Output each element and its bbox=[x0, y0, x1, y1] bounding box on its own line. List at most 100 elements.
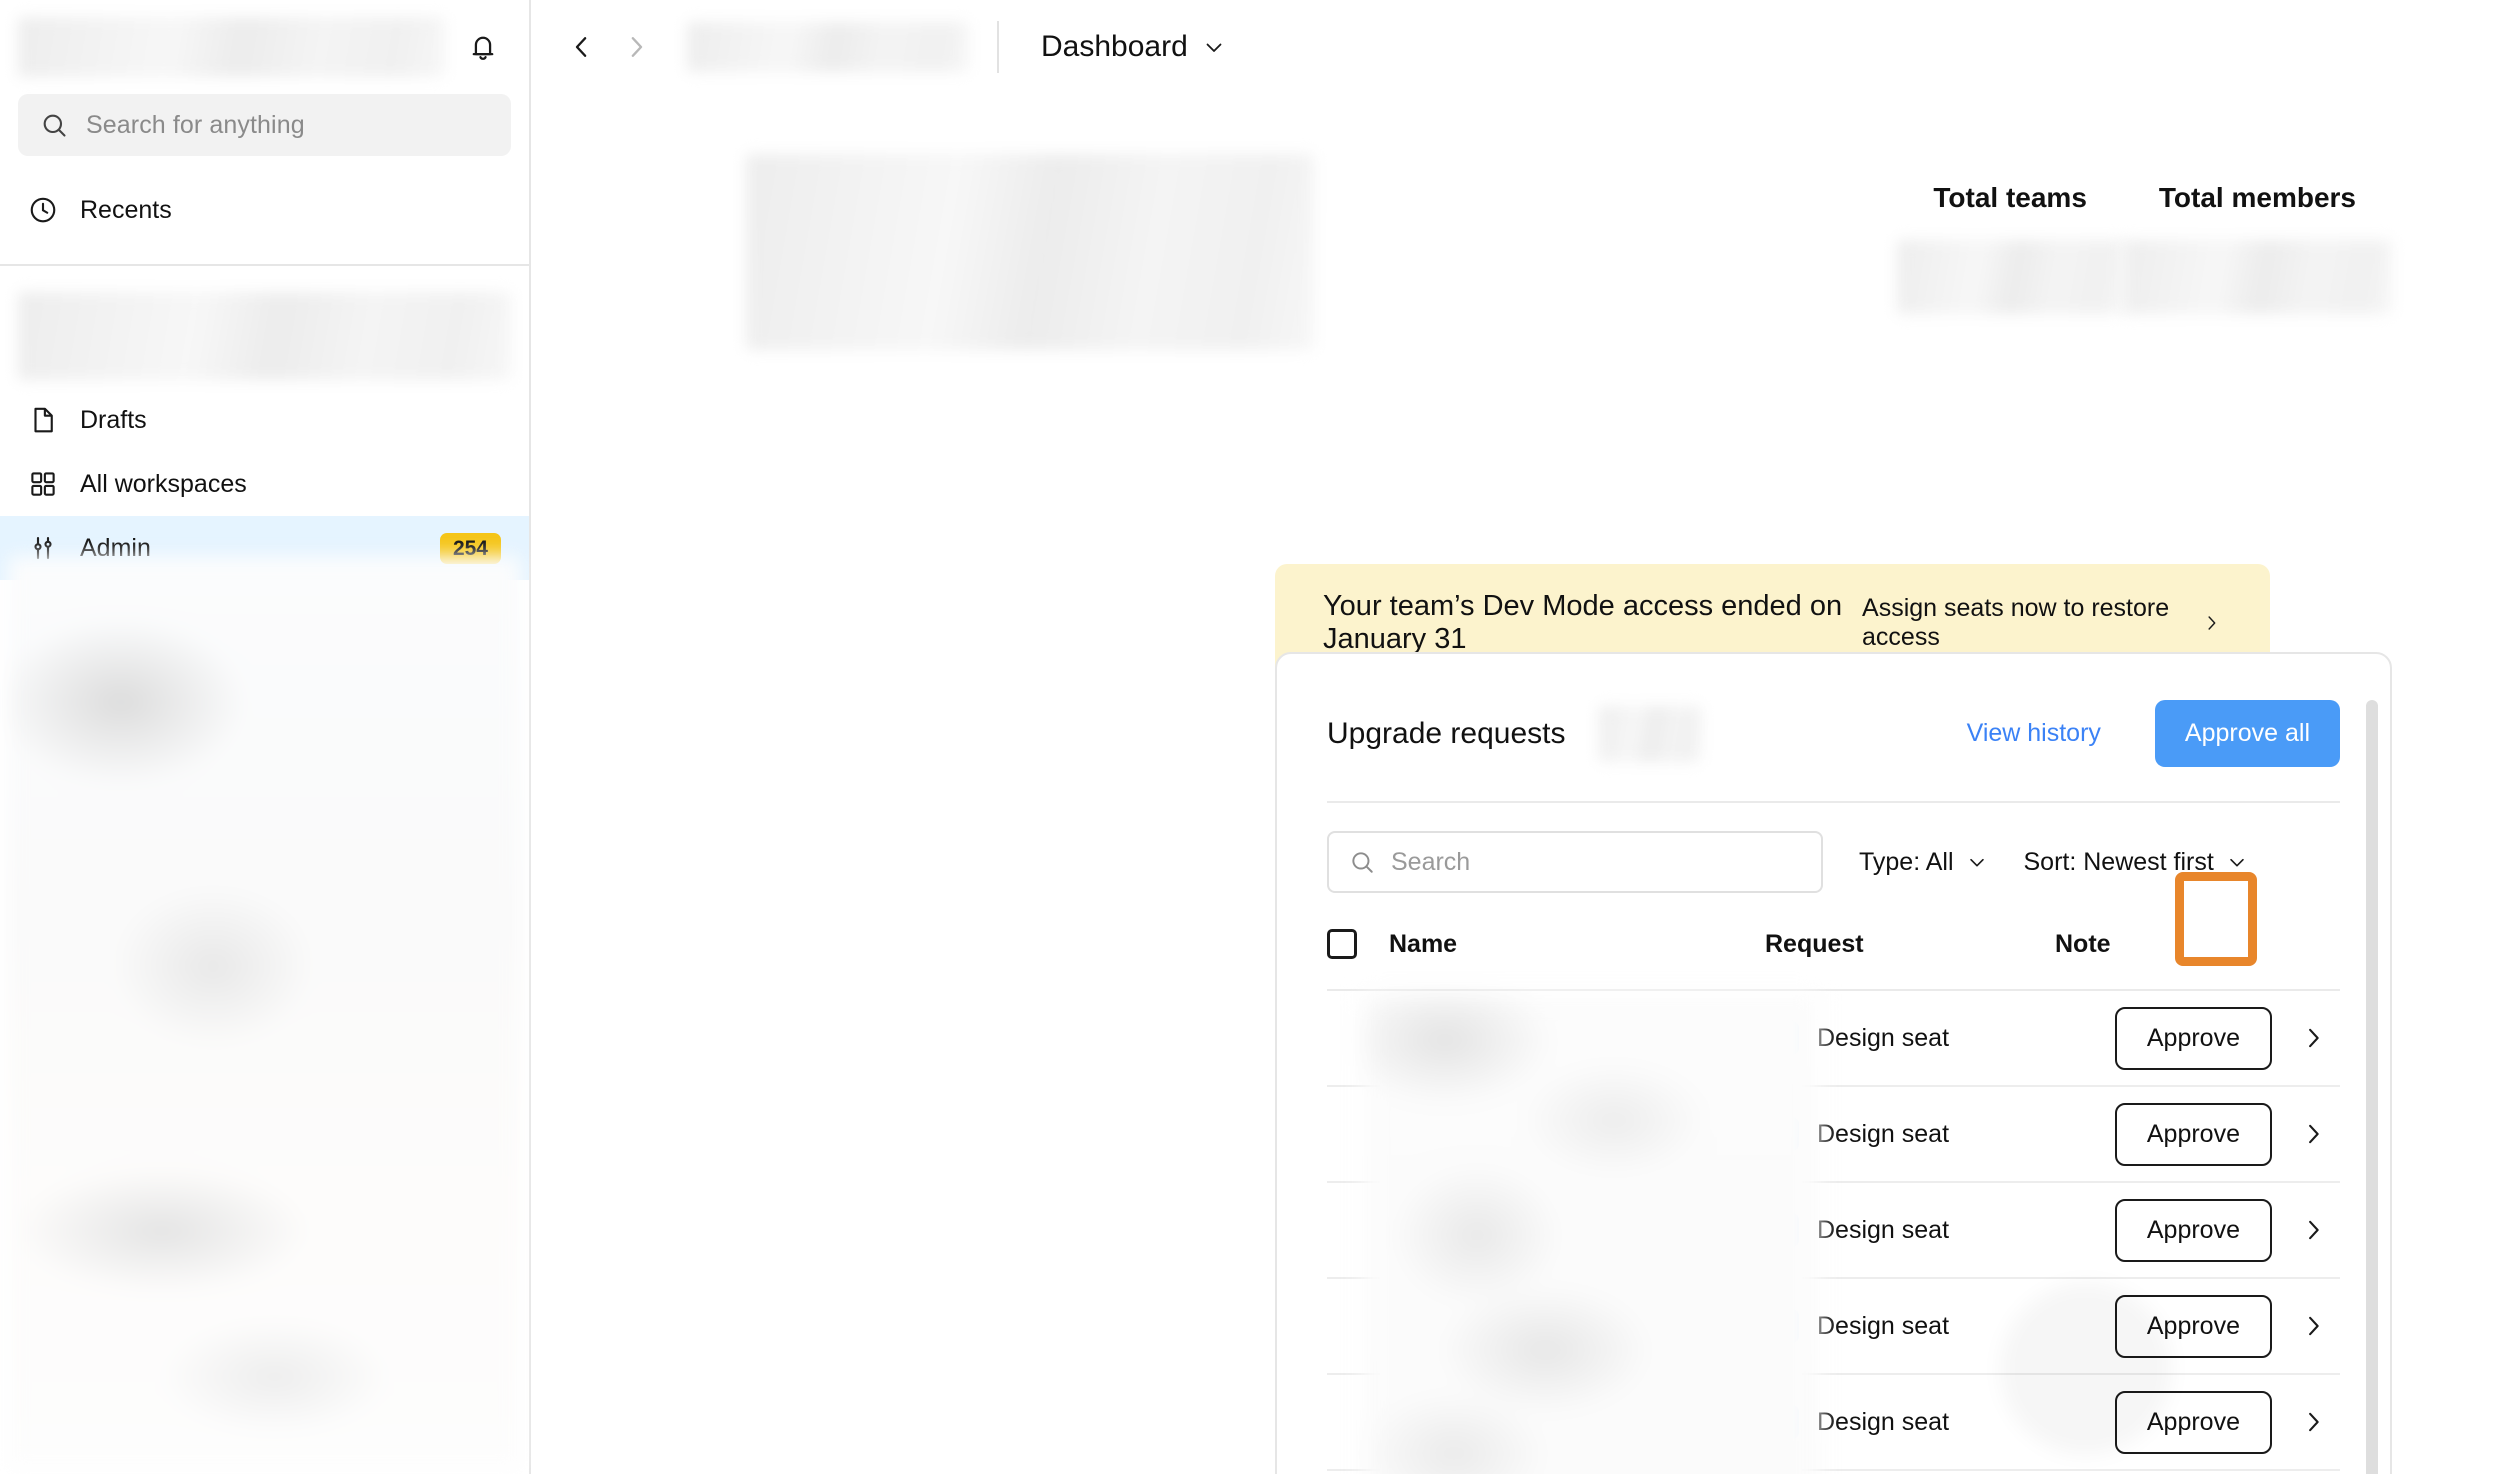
table-row[interactable]: Design seat Approve bbox=[1327, 1183, 2340, 1279]
total-teams-stat: Total teams bbox=[1897, 182, 2123, 314]
row-request-cell: Design seat bbox=[1765, 1309, 2055, 1343]
chevron-down-icon bbox=[2230, 858, 2244, 867]
sidebar-team-name-redacted bbox=[18, 292, 511, 380]
clock-icon bbox=[30, 197, 56, 223]
notifications-button[interactable] bbox=[455, 19, 511, 75]
chevron-right-icon bbox=[2309, 1220, 2319, 1240]
chevron-right-icon bbox=[2309, 1412, 2319, 1432]
sidebar-item-all-workspaces[interactable]: All workspaces bbox=[0, 452, 529, 516]
approve-all-button[interactable]: Approve all bbox=[2154, 700, 2340, 767]
sidebar-item-recents[interactable]: Recents bbox=[0, 178, 529, 242]
row-request-label: Design seat bbox=[1817, 1215, 1950, 1244]
chevron-right-icon bbox=[2208, 616, 2216, 630]
global-search-placeholder: Search for anything bbox=[86, 110, 305, 139]
row-request-label: Design seat bbox=[1817, 1407, 1950, 1436]
column-header-name: Name bbox=[1389, 929, 1458, 958]
table-row[interactable]: Design seat Approve bbox=[1327, 1087, 2340, 1183]
requests-search-placeholder: Search bbox=[1391, 847, 1471, 876]
topbar: Dashboard bbox=[531, 0, 2514, 94]
sidebar: Search for anything Recents Drafts All w… bbox=[0, 0, 531, 1474]
approve-button[interactable]: Approve bbox=[2114, 1390, 2272, 1454]
row-request-cell: Design seat bbox=[1765, 1405, 2055, 1439]
table-row[interactable]: Design seat Approve bbox=[1327, 1375, 2340, 1471]
row-expand-button[interactable] bbox=[2286, 1395, 2340, 1449]
type-filter-dropdown[interactable]: Type: All bbox=[1859, 848, 1988, 877]
row-request-label: Design seat bbox=[1817, 1311, 1950, 1340]
page-title: Dashboard bbox=[1041, 30, 1188, 63]
figma-design-seat-icon bbox=[1765, 1021, 1799, 1055]
workspace-logo-redacted bbox=[18, 17, 445, 77]
dashboard-content: Total teams Total members Your team’s De… bbox=[531, 94, 2514, 1474]
sidebar-divider bbox=[0, 264, 529, 266]
banner-message: Your team’s Dev Mode access ended on Jan… bbox=[1323, 590, 1843, 655]
search-icon bbox=[1352, 852, 1373, 873]
sidebar-projects-redacted bbox=[8, 556, 521, 1468]
global-search-input[interactable]: Search for anything bbox=[18, 94, 511, 156]
topbar-separator bbox=[997, 21, 999, 73]
approve-button[interactable]: Approve bbox=[2114, 1006, 2272, 1070]
row-actions: Approve bbox=[2114, 1198, 2340, 1262]
back-button[interactable] bbox=[555, 20, 609, 74]
chevron-right-icon bbox=[2309, 1028, 2319, 1048]
select-all-checkbox[interactable] bbox=[1327, 929, 1357, 959]
bell-icon bbox=[472, 36, 494, 60]
assign-seats-link[interactable]: Assign seats now to restore access bbox=[1862, 594, 2222, 652]
org-header-redacted bbox=[746, 154, 1314, 350]
total-teams-value-redacted bbox=[1897, 240, 2123, 314]
requests-search-input[interactable]: Search bbox=[1327, 831, 1823, 893]
table-row[interactable]: Design seat Approve bbox=[1327, 991, 2340, 1087]
forward-button[interactable] bbox=[609, 20, 663, 74]
row-actions: Approve bbox=[2114, 1006, 2340, 1070]
requests-scrollbar[interactable] bbox=[2366, 700, 2378, 1474]
card-header: Upgrade requests View history Approve al… bbox=[1277, 654, 2390, 767]
approve-button[interactable]: Approve bbox=[2114, 1198, 2272, 1262]
sort-filter-label: Sort: Newest first bbox=[2023, 847, 2214, 876]
breadcrumb-redacted bbox=[687, 22, 969, 72]
total-members-label: Total members bbox=[2158, 182, 2356, 213]
figma-design-seat-icon bbox=[1765, 1213, 1799, 1247]
row-expand-button[interactable] bbox=[2286, 1107, 2340, 1161]
sidebar-item-label: All workspaces bbox=[80, 469, 247, 498]
row-request-cell: Design seat bbox=[1765, 1117, 2055, 1151]
row-expand-button[interactable] bbox=[2286, 1299, 2340, 1353]
sidebar-item-label: Recents bbox=[80, 195, 172, 224]
row-actions: Approve bbox=[2114, 1102, 2340, 1166]
chevron-right-icon bbox=[2309, 1316, 2319, 1336]
sort-filter-dropdown[interactable]: Sort: Newest first bbox=[2024, 848, 2248, 877]
total-teams-label: Total teams bbox=[1933, 182, 2087, 213]
column-header-request: Request bbox=[1765, 929, 1864, 958]
row-actions: Approve bbox=[2114, 1294, 2340, 1358]
chevron-right-icon bbox=[631, 37, 643, 57]
row-request-cell: Design seat bbox=[1765, 1213, 2055, 1247]
total-members-value-redacted bbox=[2122, 240, 2392, 314]
dashboard-menu-button[interactable]: Dashboard bbox=[1041, 30, 1226, 64]
banner-cta-label: Assign seats now to restore access bbox=[1862, 594, 2170, 651]
row-expand-button[interactable] bbox=[2286, 1203, 2340, 1257]
search-icon bbox=[43, 114, 66, 137]
table-row[interactable]: Design seat Approve bbox=[1327, 1279, 2340, 1375]
file-icon bbox=[34, 407, 53, 433]
chevron-left-icon bbox=[575, 37, 587, 57]
table-header: Name Request Note bbox=[1277, 893, 2390, 959]
chevron-down-icon bbox=[1969, 858, 1984, 867]
type-filter-label: Type: All bbox=[1859, 847, 1954, 876]
sidebar-header bbox=[0, 0, 529, 94]
row-actions: Approve bbox=[2114, 1390, 2340, 1454]
figma-design-seat-icon bbox=[1765, 1405, 1799, 1439]
row-expand-button[interactable] bbox=[2286, 1011, 2340, 1065]
main-area: Dashboard Total teams Total members Your… bbox=[531, 0, 2514, 1474]
card-title-count-redacted bbox=[1599, 705, 1702, 762]
grid-icon bbox=[31, 472, 55, 496]
figma-design-seat-icon bbox=[1765, 1309, 1799, 1343]
chevron-down-icon bbox=[1206, 43, 1222, 52]
sidebar-search-wrap: Search for anything bbox=[0, 94, 529, 156]
approve-button[interactable]: Approve bbox=[2114, 1294, 2272, 1358]
sidebar-item-label: Drafts bbox=[80, 405, 147, 434]
approve-button[interactable]: Approve bbox=[2114, 1102, 2272, 1166]
upgrade-requests-card: Upgrade requests View history Approve al… bbox=[1275, 652, 2392, 1474]
app-root: Search for anything Recents Drafts All w… bbox=[0, 0, 2514, 1474]
sidebar-item-drafts[interactable]: Drafts bbox=[0, 388, 529, 452]
row-request-cell: Design seat bbox=[1765, 1021, 2055, 1055]
view-history-link[interactable]: View history bbox=[1967, 719, 2101, 748]
card-title: Upgrade requests bbox=[1327, 716, 1566, 750]
